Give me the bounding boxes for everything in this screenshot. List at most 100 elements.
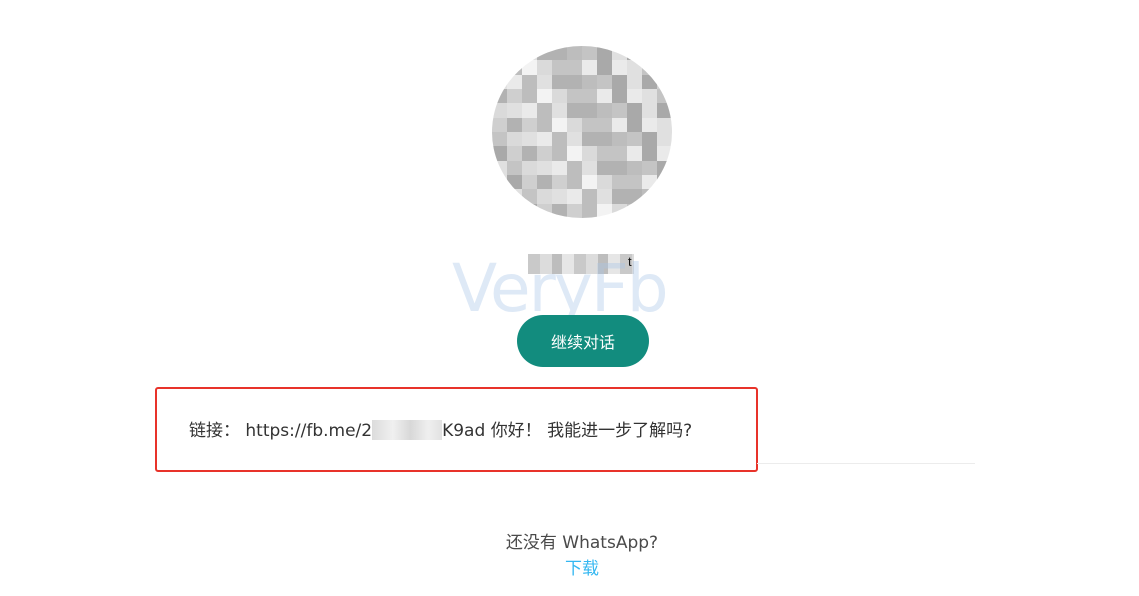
avatar-pixel xyxy=(642,203,657,218)
avatar-pixel xyxy=(657,160,672,175)
avatar-pixel xyxy=(642,60,657,75)
avatar-pixel xyxy=(567,88,582,104)
avatar-pixel xyxy=(627,146,642,161)
avatar-pixel xyxy=(612,117,627,132)
avatar-pixel xyxy=(642,88,657,104)
avatar-pixel xyxy=(627,131,642,147)
avatar-pixel xyxy=(597,117,612,132)
avatar-pixel xyxy=(582,174,597,190)
avatar-pixel xyxy=(507,189,522,204)
avatar-pixel xyxy=(537,131,552,147)
avatar-pixel xyxy=(627,117,642,132)
avatar-pixel xyxy=(507,203,522,218)
avatar-pixel xyxy=(507,88,522,104)
avatar-pixel xyxy=(522,174,537,190)
avatar-pixel xyxy=(567,174,582,190)
avatar-pixel xyxy=(612,103,627,118)
avatar-pixel xyxy=(642,74,657,89)
avatar-pixel xyxy=(522,160,537,175)
avatar-pixel xyxy=(642,160,657,175)
avatar-pixel xyxy=(567,160,582,175)
avatar-pixel xyxy=(627,88,642,104)
divider xyxy=(757,463,975,464)
avatar-pixel xyxy=(552,160,567,175)
avatar-pixel xyxy=(552,174,567,190)
avatar-pixel xyxy=(552,146,567,161)
avatar-pixel xyxy=(507,117,522,132)
avatar-pixel xyxy=(567,203,582,218)
avatar-pixel xyxy=(522,74,537,89)
avatar-pixel xyxy=(537,189,552,204)
avatar-pixel xyxy=(642,117,657,132)
avatar-pixel xyxy=(492,174,507,190)
avatar-pixel xyxy=(612,146,627,161)
profile-avatar xyxy=(492,46,672,218)
avatar-pixel xyxy=(612,189,627,204)
avatar-pixel xyxy=(627,160,642,175)
avatar-pixel xyxy=(612,174,627,190)
avatar-pixel xyxy=(597,88,612,104)
avatar-pixel xyxy=(657,103,672,118)
avatar-pixel xyxy=(522,117,537,132)
avatar-pixel xyxy=(627,174,642,190)
avatar-pixel xyxy=(582,103,597,118)
avatar-pixel xyxy=(522,46,537,61)
download-link[interactable]: 下载 xyxy=(0,554,1139,579)
avatar-pixel xyxy=(627,74,642,89)
avatar-pixel xyxy=(627,46,642,61)
avatar-pixel xyxy=(492,60,507,75)
avatar-pixel xyxy=(657,174,672,190)
avatar-pixel xyxy=(567,60,582,75)
avatar-pixel xyxy=(642,174,657,190)
avatar-pixel xyxy=(537,146,552,161)
avatar-pixel xyxy=(582,189,597,204)
avatar-pixel xyxy=(657,74,672,89)
continue-chat-button[interactable]: 继续对话 xyxy=(517,315,649,367)
link-url-end[interactable]: K9ad xyxy=(442,421,485,441)
avatar-pixel xyxy=(642,146,657,161)
avatar-pixel xyxy=(627,103,642,118)
avatar-pixel xyxy=(582,74,597,89)
link-line: 链接： https://fb.me/2 K9ad 你好！ 我能进一步了解吗? xyxy=(189,420,692,442)
avatar-pixel xyxy=(492,103,507,118)
avatar-pixel xyxy=(552,46,567,61)
avatar-pixel xyxy=(597,74,612,89)
avatar-pixel xyxy=(597,174,612,190)
avatar-pixel xyxy=(657,203,672,218)
avatar-pixel xyxy=(657,46,672,61)
avatar-pixel xyxy=(567,146,582,161)
avatar-pixel xyxy=(612,88,627,104)
avatar-pixel xyxy=(597,146,612,161)
avatar-pixel xyxy=(567,74,582,89)
avatar-pixel xyxy=(492,160,507,175)
link-url-start[interactable]: https://fb.me/2 xyxy=(245,421,372,441)
avatar-pixel xyxy=(582,160,597,175)
avatar-pixel xyxy=(522,203,537,218)
avatar-pixel xyxy=(552,103,567,118)
avatar-pixel xyxy=(627,189,642,204)
avatar-pixel xyxy=(492,189,507,204)
avatar-pixel xyxy=(537,88,552,104)
avatar-pixel xyxy=(597,46,612,61)
avatar-pixel xyxy=(642,131,657,147)
avatar-pixel xyxy=(492,146,507,161)
avatar-pixel xyxy=(612,46,627,61)
avatar-pixel xyxy=(537,103,552,118)
avatar-pixel xyxy=(597,131,612,147)
avatar-pixel xyxy=(507,146,522,161)
avatar-pixel xyxy=(507,60,522,75)
avatar-pixel xyxy=(582,131,597,147)
avatar-pixel xyxy=(582,88,597,104)
avatar-pixel xyxy=(522,88,537,104)
avatar-pixel xyxy=(657,117,672,132)
avatar-pixel xyxy=(492,74,507,89)
avatar-pixel xyxy=(492,46,507,61)
avatar-pixel xyxy=(642,189,657,204)
avatar-pixel xyxy=(567,46,582,61)
avatar-pixel xyxy=(492,203,507,218)
avatar-pixel xyxy=(507,74,522,89)
avatar-pixel xyxy=(552,189,567,204)
avatar-pixel xyxy=(582,146,597,161)
avatar-pixel xyxy=(597,103,612,118)
avatar-pixel xyxy=(582,46,597,61)
